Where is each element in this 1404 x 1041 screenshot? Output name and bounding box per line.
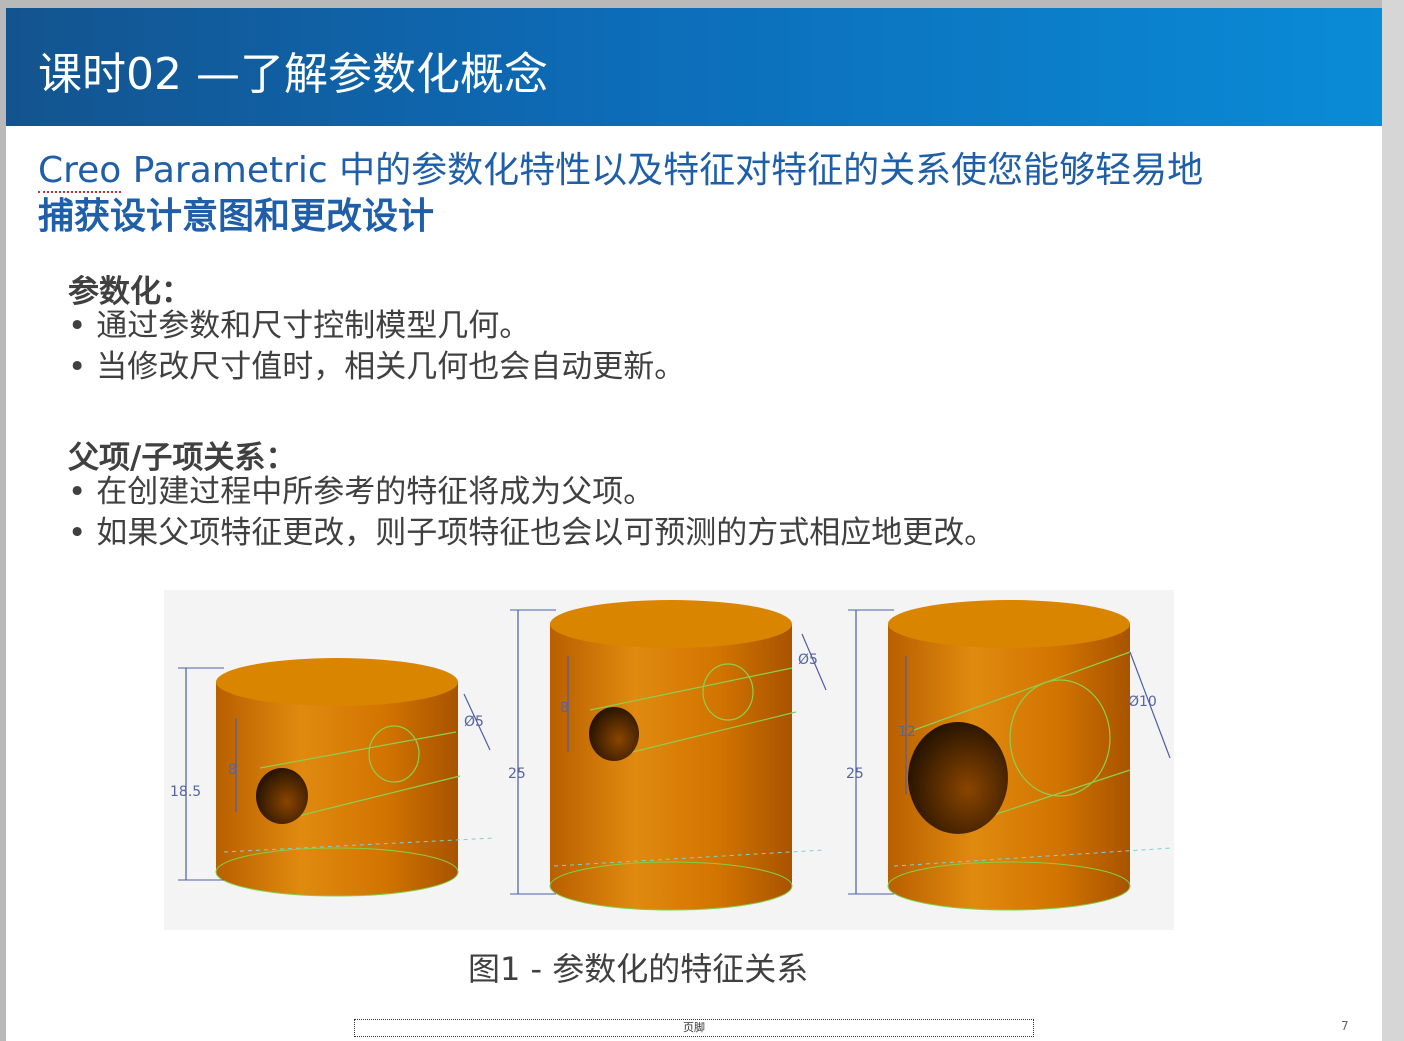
list-item: 如果父项特征更改，则子项特征也会以可预测的方式相应地更改。 [68, 513, 995, 554]
section-title-parametric: 参数化： [68, 274, 192, 310]
figure-cylinders: 18.5 8 Ø5 25 8 Ø5 25 12 Ø10 [164, 590, 1174, 930]
section-title-parent-child: 父项/子项关系： [68, 440, 297, 476]
bullet-list-parametric: 通过参数和尺寸控制模型几何。 当修改尺寸值时，相关几何也会自动更新。 [68, 306, 685, 388]
dimension-label-diameter-1: Ø5 [464, 714, 484, 730]
list-item: 在创建过程中所参考的特征将成为父项。 [68, 472, 995, 513]
list-item: 通过参数和尺寸控制模型几何。 [68, 306, 685, 347]
page-number: 7 [1341, 1019, 1349, 1033]
footer-placeholder[interactable]: 页脚 [354, 1019, 1034, 1037]
window-edge [1382, 0, 1404, 1041]
bullet-list-parent-child: 在创建过程中所参考的特征将成为父项。 如果父项特征更改，则子项特征也会以可预测的… [68, 472, 995, 554]
list-item: 当修改尺寸值时，相关几何也会自动更新。 [68, 347, 685, 388]
dimension-label-height-1: 18.5 [170, 784, 201, 800]
dimension-label-height-2: 25 [508, 766, 526, 782]
slide-subtitle: Creo Parametric 中的参数化特性以及特征对特征的关系使您能够轻易地… [38, 148, 1358, 240]
subtitle-brand: Creo [38, 150, 122, 193]
cylinder-model-1: 18.5 8 Ø5 [170, 658, 495, 897]
slide-header: 课时02 —了解参数化概念 [6, 8, 1382, 126]
slide: 课时02 —了解参数化概念 Creo Parametric 中的参数化特性以及特… [6, 8, 1382, 1041]
dimension-label-offset-2: 8 [560, 700, 569, 716]
subtitle-line2: 捕获设计意图和更改设计 [38, 196, 435, 237]
slide-title: 课时02 —了解参数化概念 [38, 49, 548, 100]
figure-caption: 图1 - 参数化的特征关系 [468, 950, 809, 988]
dimension-label-diameter-3: Ø10 [1128, 694, 1157, 710]
cylinder-model-3: 25 12 Ø10 [846, 600, 1173, 911]
dimension-label-diameter-2: Ø5 [798, 652, 818, 668]
dimension-label-height-3: 25 [846, 766, 864, 782]
dimension-label-offset-1: 8 [228, 762, 237, 778]
dimension-label-offset-3: 12 [898, 724, 916, 740]
subtitle-line1: Parametric 中的参数化特性以及特征对特征的关系使您能够轻易地 [121, 150, 1204, 191]
cylinder-model-2: 25 8 Ø5 [508, 600, 827, 911]
